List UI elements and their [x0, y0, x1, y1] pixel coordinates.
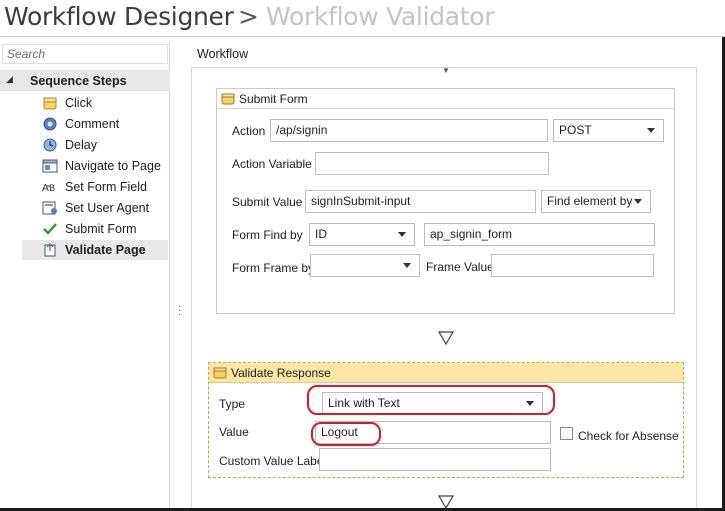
toolbox-item-label: Set User Agent	[65, 201, 150, 215]
submit-value-label: Submit Value	[232, 195, 303, 209]
action-label: Action	[232, 124, 266, 138]
clock-icon	[43, 138, 57, 152]
user-agent-icon	[42, 201, 57, 215]
toolbox-search-box[interactable]	[2, 44, 168, 64]
value-input[interactable]: Logout	[315, 421, 551, 444]
check-for-absense-label: Check for Absense	[578, 429, 679, 443]
checkmark-icon	[43, 223, 57, 235]
toolbox-item-comment[interactable]: Comment	[22, 114, 168, 134]
hand-click-icon	[43, 97, 57, 110]
action-variable-label: Action Variable	[232, 157, 312, 171]
validate-page-icon	[44, 243, 56, 257]
connector-down-arrow-icon	[438, 495, 454, 508]
form-find-by-dropdown[interactable]: ID	[309, 223, 415, 246]
find-element-by-dropdown[interactable]: Find element by	[541, 190, 651, 213]
validate-response-header[interactable]: Validate Response	[209, 363, 683, 383]
submit-form-header[interactable]: Submit Form	[217, 89, 674, 109]
chevron-down-icon	[403, 263, 411, 268]
activity-folder-icon	[221, 93, 235, 105]
toolbox-item-delay[interactable]: Delay	[22, 135, 168, 155]
toolbox-item-validate-page[interactable]: Validate Page	[22, 240, 168, 260]
toolbox-item-set-user-agent[interactable]: Set User Agent	[22, 198, 168, 218]
toolbox-item-set-form-field[interactable]: A B Set Form Field	[22, 177, 168, 197]
action-input[interactable]: /ap/signin	[270, 119, 548, 142]
form-find-by-value: ID	[315, 227, 327, 241]
form-field-icon: A B	[42, 183, 55, 194]
sequence-steps-label: Sequence Steps	[30, 74, 127, 88]
connector-small-arrow-icon: ▼	[442, 66, 450, 75]
activity-folder-icon	[213, 367, 227, 379]
check-for-absense-checkbox[interactable]	[560, 427, 573, 440]
workflow-tab[interactable]: Workflow	[197, 47, 248, 61]
breadcrumb-workflow-designer[interactable]: Workflow Designer	[4, 0, 234, 34]
connector-down-arrow-icon	[438, 331, 454, 345]
toolbox-item-label: Delay	[65, 138, 97, 152]
form-find-by-label: Form Find by	[232, 228, 303, 242]
toolbox-item-click[interactable]: Click	[22, 93, 168, 113]
form-frame-by-dropdown[interactable]	[310, 254, 420, 277]
toolbox-panel: ◢ Sequence Steps Click Comment Delay Nav…	[0, 42, 170, 508]
frame-value-label: Frame Value	[426, 260, 494, 274]
sequence-steps-group[interactable]: ◢ Sequence Steps	[0, 70, 170, 91]
chevron-down-icon	[634, 199, 642, 204]
collapse-triangle-icon[interactable]: ◢	[6, 74, 13, 85]
toolbox-item-label: Click	[65, 96, 93, 110]
submit-value-input[interactable]: signInSubmit-input	[305, 190, 536, 213]
chevron-down-icon	[526, 401, 534, 406]
form-find-value-input[interactable]: ap_signin_form	[424, 223, 655, 246]
custom-value-input[interactable]	[319, 448, 551, 471]
chevron-down-icon	[398, 232, 406, 237]
web-page-icon	[42, 159, 58, 173]
method-dropdown-value: POST	[559, 123, 592, 137]
submit-form-title: Submit Form	[239, 92, 308, 106]
breadcrumb-current-page: Workflow Validator	[266, 2, 495, 31]
toolbox-item-navigate-to-page[interactable]: Navigate to Page	[22, 156, 168, 176]
custom-value-label: Custom Value Label	[219, 454, 327, 468]
svg-text:A: A	[42, 183, 49, 194]
validate-response-title: Validate Response	[231, 366, 331, 380]
toolbox-search-input[interactable]	[3, 45, 167, 63]
value-label: Value	[219, 425, 249, 439]
title-bar: Workflow Designer > Workflow Validator	[0, 0, 725, 36]
gear-comment-icon	[43, 117, 57, 131]
toolbox-item-label: Submit Form	[65, 222, 137, 236]
panel-splitter-grip[interactable]: · · ·	[178, 302, 181, 320]
toolbox-item-label: Comment	[65, 117, 120, 131]
toolbox-item-label: Set Form Field	[65, 180, 147, 194]
find-element-by-value: Find element by	[547, 194, 633, 208]
toolbox-item-label: Validate Page	[65, 243, 146, 257]
toolbox-item-label: Navigate to Page	[65, 159, 161, 173]
toolbox-item-submit-form[interactable]: Submit Form	[22, 219, 168, 239]
type-dropdown-value: Link with Text	[328, 396, 400, 410]
breadcrumb-separator: >	[238, 2, 259, 31]
frame-value-input[interactable]	[491, 254, 654, 277]
type-dropdown[interactable]: Link with Text	[322, 392, 543, 415]
type-label: Type	[219, 397, 246, 411]
chevron-down-icon	[647, 128, 655, 133]
method-dropdown[interactable]: POST	[553, 119, 664, 142]
action-variable-input[interactable]	[315, 152, 549, 175]
form-frame-by-label: Form Frame by	[232, 261, 315, 275]
